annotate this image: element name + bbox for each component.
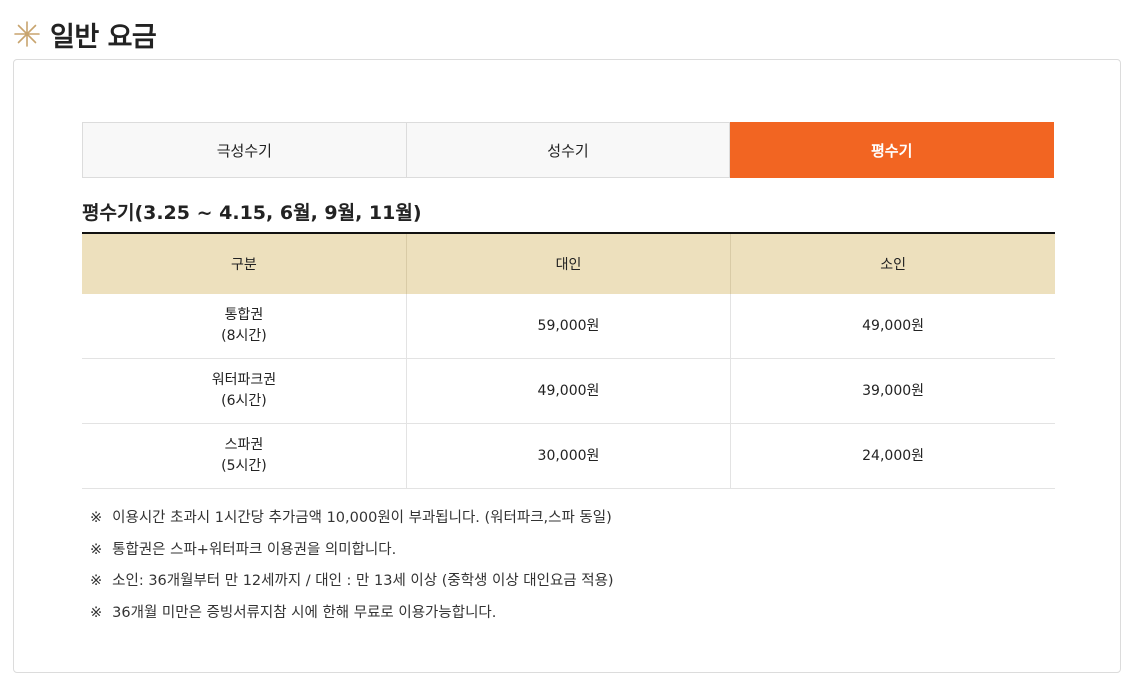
header-child: 소인 — [730, 232, 1055, 294]
ticket-cell: 통합권 (8시간) — [82, 294, 407, 359]
price-panel: 극성수기 성수기 평수기 평수기(3.25 ~ 4.15, 6월, 9월, 11… — [13, 59, 1121, 673]
price-table: 구분 대인 소인 통합권 (8시간) 59,000원 49,000원 워터파크권… — [82, 232, 1055, 489]
tab-peak-season[interactable]: 극성수기 — [82, 122, 407, 178]
note-mark: ※ — [90, 573, 103, 589]
ticket-name: 스파권 — [224, 437, 264, 453]
table-header-row: 구분 대인 소인 — [82, 232, 1055, 294]
note-item: ※ 소인: 36개월부터 만 12세까지 / 대인 : 만 13세 이상 (중학생… — [90, 566, 614, 598]
note-mark: ※ — [90, 604, 103, 621]
child-price: 24,000원 — [730, 423, 1055, 489]
header-adult: 대인 — [405, 232, 731, 294]
ticket-name: 통합권 — [224, 307, 264, 323]
adult-price: 49,000원 — [405, 358, 731, 424]
note-mark: ※ — [90, 541, 103, 558]
note-mark: ※ — [90, 510, 103, 526]
table-row: 스파권 (5시간) 30,000원 24,000원 — [82, 423, 1055, 489]
star-icon — [14, 21, 40, 47]
child-price: 39,000원 — [730, 358, 1055, 424]
ticket-name: 워터파크권 — [211, 372, 277, 388]
ticket-duration: (6시간) — [221, 393, 267, 409]
adult-price: 59,000원 — [405, 294, 731, 359]
header-category: 구분 — [82, 232, 407, 294]
note-text: 통합권은 스파+워터파크 이용권을 의미합니다. — [112, 541, 397, 558]
season-tabs: 극성수기 성수기 평수기 — [82, 122, 1055, 178]
table-row: 통합권 (8시간) 59,000원 49,000원 — [82, 294, 1055, 359]
ticket-duration: (8시간) — [221, 328, 267, 344]
note-item: ※ 이용시간 초과시 1시간당 추가금액 10,000원이 부과됩니다. (워터파… — [90, 503, 614, 535]
note-text: 이용시간 초과시 1시간당 추가금액 10,000원이 부과됩니다. (워터파크… — [112, 510, 612, 526]
section-header: 일반 요금 — [14, 14, 157, 54]
notes-list: ※ 이용시간 초과시 1시간당 추가금액 10,000원이 부과됩니다. (워터파… — [90, 503, 614, 629]
note-item: ※ 통합권은 스파+워터파크 이용권을 의미합니다. — [90, 535, 614, 567]
adult-price: 30,000원 — [405, 423, 731, 489]
ticket-duration: (5시간) — [221, 458, 267, 474]
page-title: 일반 요금 — [50, 21, 157, 53]
table-row: 워터파크권 (6시간) 49,000원 39,000원 — [82, 358, 1055, 424]
child-price: 49,000원 — [730, 294, 1055, 359]
ticket-cell: 스파권 (5시간) — [82, 423, 407, 489]
ticket-cell: 워터파크권 (6시간) — [82, 358, 407, 424]
season-title: 평수기(3.25 ~ 4.15, 6월, 9월, 11월) — [82, 202, 422, 224]
tab-high-season[interactable]: 성수기 — [406, 122, 731, 178]
tab-regular-season[interactable]: 평수기 — [730, 122, 1055, 178]
note-text: 36개월 미만은 증빙서류지참 시에 한해 무료로 이용가능합니다. — [112, 604, 497, 621]
note-item: ※ 36개월 미만은 증빙서류지참 시에 한해 무료로 이용가능합니다. — [90, 598, 614, 630]
note-text: 소인: 36개월부터 만 12세까지 / 대인 : 만 13세 이상 (중학생 … — [112, 573, 614, 589]
